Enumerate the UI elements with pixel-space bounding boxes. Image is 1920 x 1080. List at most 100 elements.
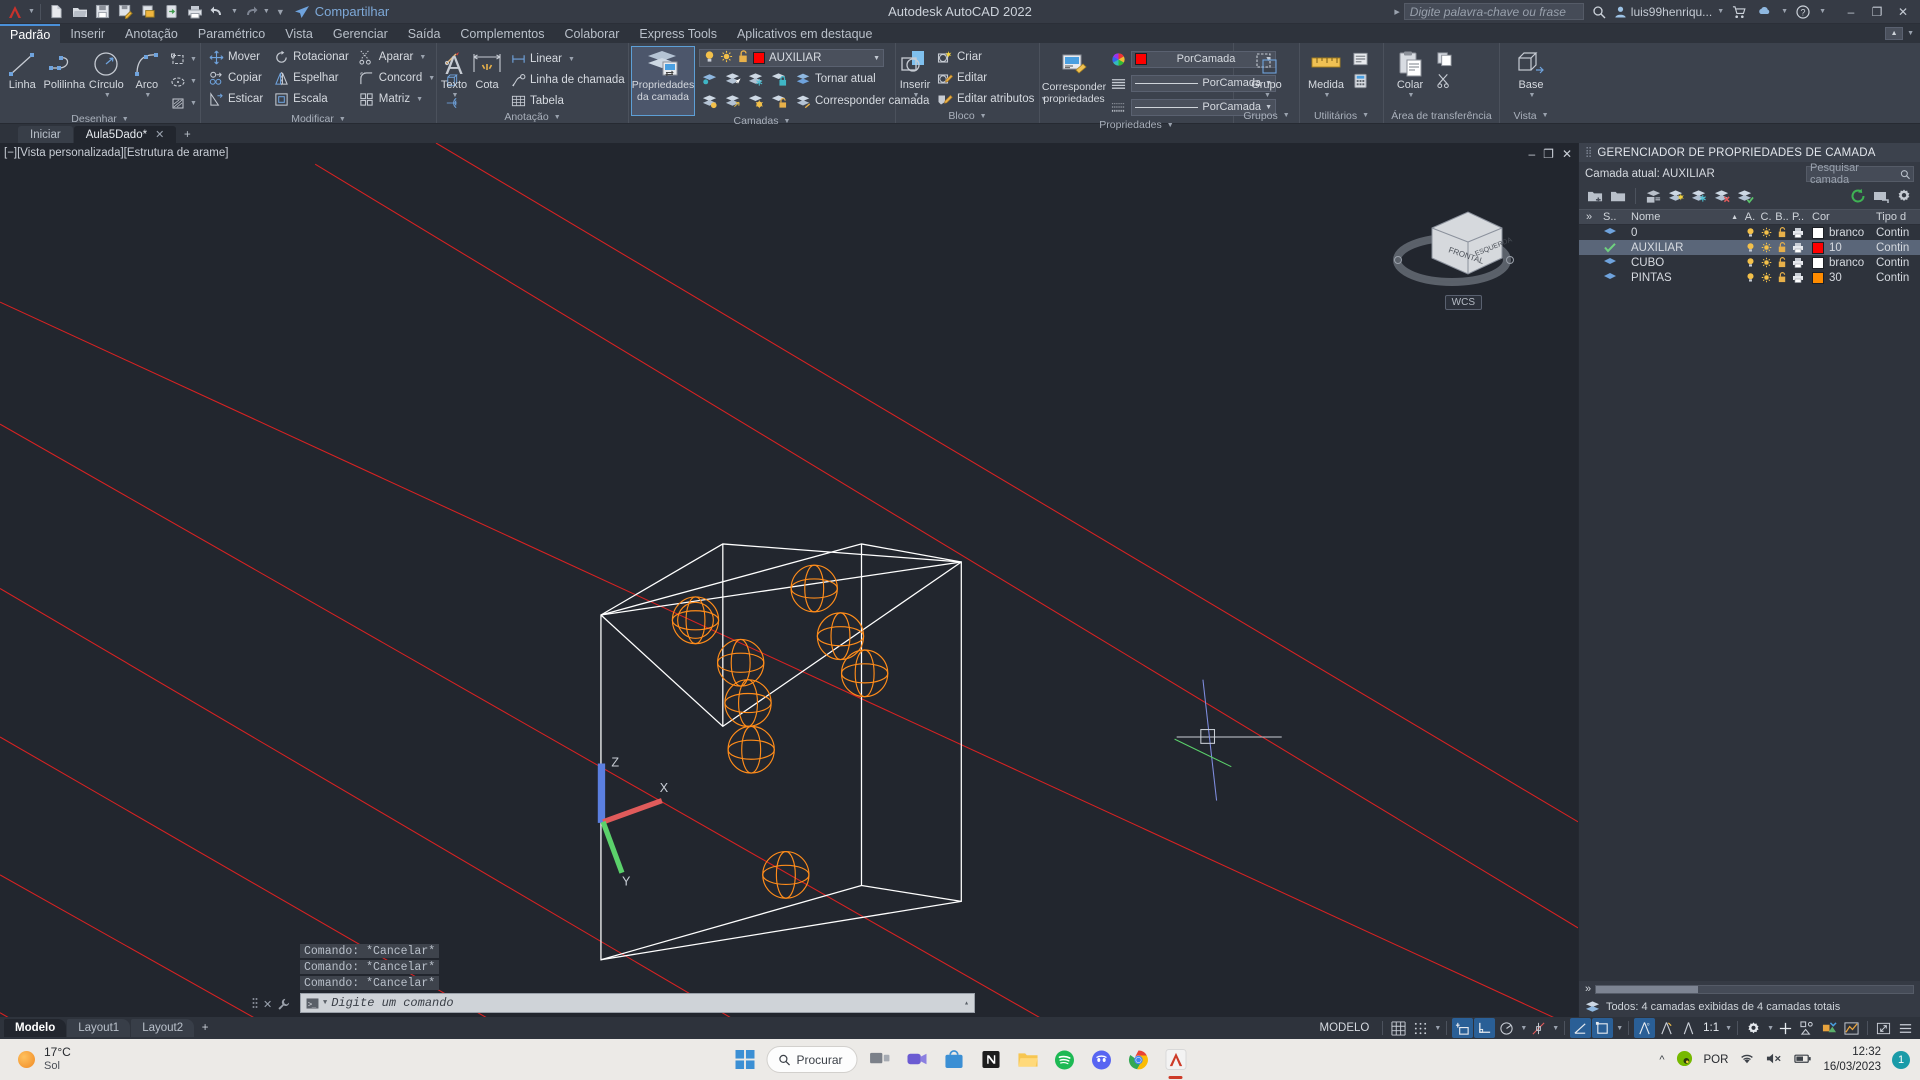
palette-expand-icon[interactable]: » [1585, 983, 1591, 995]
row-lock-icon[interactable] [1774, 272, 1790, 283]
autocad-icon[interactable] [1161, 1045, 1191, 1075]
ribbon-tab-express-tools[interactable]: Express Tools [629, 24, 727, 43]
ribbon-minimize-caret-icon[interactable]: ▼ [1907, 30, 1914, 37]
hardware-accel-icon[interactable] [1819, 1018, 1840, 1038]
lineweight-display-icon[interactable]: o [1634, 1018, 1656, 1038]
plot-icon[interactable] [138, 1, 160, 23]
column-linetype[interactable]: Tipo d [1872, 211, 1920, 223]
row-lock-icon[interactable] [1774, 242, 1790, 253]
discord-icon[interactable] [1087, 1045, 1117, 1075]
viewport-label[interactable]: [−][Vista personalizada][Estrutura de ar… [4, 147, 228, 159]
ribbon-tab-saida[interactable]: Saída [398, 24, 451, 43]
panel-expand-caret-icon[interactable]: ▼ [1360, 112, 1369, 119]
row-linetype[interactable]: Contin [1872, 227, 1920, 239]
paste-dropdown-caret-icon[interactable]: ▼ [1406, 92, 1415, 100]
draw-polyline-button[interactable]: Polilinha [43, 47, 85, 92]
block-insert-button[interactable]: Inserir ▼ [899, 47, 931, 100]
panel-expand-caret-icon[interactable]: ▼ [782, 118, 791, 125]
ribbon-tab-colaborar[interactable]: Colaborar [554, 24, 629, 43]
modify-rotate-button[interactable]: Rotacionar [269, 47, 353, 67]
a360-caret-icon[interactable]: ▼ [1781, 8, 1788, 15]
ribbon-tab-gerenciar[interactable]: Gerenciar [323, 24, 398, 43]
circle-dropdown-caret-icon[interactable]: ▼ [102, 92, 111, 100]
search-icon[interactable] [1900, 169, 1910, 180]
expand-filter-icon[interactable]: » [1579, 211, 1599, 223]
layer-unisolate-icon[interactable] [745, 91, 765, 111]
scrollbar-thumb[interactable] [1596, 985, 1698, 993]
panel-expand-caret-icon[interactable]: ▼ [337, 116, 346, 123]
panel-expand-caret-icon[interactable]: ▼ [552, 114, 561, 121]
annotation-leader-button[interactable]: Linha de chamada ▼ [506, 70, 642, 90]
print-icon[interactable] [184, 1, 206, 23]
chrome-icon[interactable] [1124, 1045, 1154, 1075]
row-freeze-icon[interactable] [1758, 257, 1774, 268]
column-plot[interactable]: P.. [1790, 211, 1806, 223]
layer-state-icon[interactable] [1871, 186, 1891, 206]
array-dropdown-caret-icon[interactable]: ▼ [414, 96, 423, 103]
row-plot-icon[interactable] [1790, 242, 1806, 253]
command-input[interactable]: >_ ▼ Digite um comando ▴ [300, 993, 975, 1013]
undo-icon[interactable] [207, 1, 229, 23]
undo-caret-icon[interactable]: ▼ [231, 8, 238, 15]
draw-arc-button[interactable]: Arco ▼ [128, 47, 166, 100]
ribbon-tab-parametrico[interactable]: Paramétrico [188, 24, 275, 43]
layout-tab-modelo[interactable]: Modelo [4, 1019, 67, 1037]
account-caret-icon[interactable]: ▼ [1717, 8, 1724, 15]
command-line-handle[interactable]: ✕ [252, 997, 290, 1011]
workspace-dropdown-caret-icon[interactable]: ▼ [1765, 1025, 1774, 1032]
layer-isolate-icon[interactable] [699, 69, 719, 89]
ucs-dropdown-caret-icon[interactable]: ▼ [1614, 1025, 1623, 1032]
dynamic-ucs-icon[interactable] [1592, 1018, 1614, 1038]
block-edit-button[interactable]: Editar [933, 68, 1051, 88]
polar-dropdown-caret-icon[interactable]: ▼ [1518, 1025, 1527, 1032]
row-plot-icon[interactable] [1790, 227, 1806, 238]
current-layer-combo[interactable]: AUXILIAR ▼ [699, 49, 884, 67]
minimize-button[interactable]: – [1838, 1, 1864, 23]
new-file-icon[interactable] [46, 1, 68, 23]
new-layer-frozen-icon[interactable] [1689, 186, 1709, 206]
table-row[interactable]: PINTAS 30 Contin [1579, 270, 1920, 285]
isolate-objects-icon[interactable] [1797, 1018, 1818, 1038]
palette-grip-icon[interactable]: ⣿ [1585, 147, 1592, 158]
row-status-icon[interactable] [1599, 272, 1625, 283]
selection-cycling-icon[interactable] [1678, 1018, 1699, 1038]
row-color[interactable]: branco [1806, 256, 1872, 269]
group-dropdown-caret-icon[interactable]: ▼ [1262, 92, 1271, 100]
layer-search-input[interactable]: Pesquisar camada [1806, 162, 1914, 186]
snap-dropdown-caret-icon[interactable]: ▼ [1432, 1025, 1441, 1032]
modify-mirror-button[interactable]: Espelhar [269, 68, 353, 88]
space-toggle-button[interactable]: MODELO [1312, 1022, 1378, 1034]
base-dropdown-caret-icon[interactable]: ▼ [1527, 92, 1536, 100]
new-layer-icon[interactable] [1585, 186, 1605, 206]
fullscreen-icon[interactable] [1873, 1018, 1894, 1038]
doctab-iniciar[interactable]: Iniciar [18, 126, 73, 143]
layer-properties-button[interactable]: Propriedades da camada [631, 46, 695, 116]
row-plot-icon[interactable] [1790, 257, 1806, 268]
task-view-icon[interactable] [865, 1045, 895, 1075]
close-button[interactable]: ✕ [1890, 1, 1916, 23]
layer-thaw-icon[interactable] [720, 50, 733, 66]
table-row[interactable]: 0 branco Contin [1579, 225, 1920, 240]
row-on-icon[interactable] [1742, 242, 1758, 253]
sync-icon[interactable] [161, 1, 183, 23]
ribbon-tab-complementos[interactable]: Complementos [450, 24, 554, 43]
ellipse-dropdown-caret-icon[interactable]: ▼ [188, 78, 197, 85]
current-layer-color-swatch[interactable] [753, 52, 765, 64]
row-color[interactable]: 10 [1806, 241, 1872, 254]
block-create-button[interactable]: Criar [933, 47, 1051, 67]
cleanscreen-chart-icon[interactable] [1841, 1018, 1862, 1038]
row-on-icon[interactable] [1742, 227, 1758, 238]
command-history-caret-icon[interactable]: ▼ [323, 999, 327, 1007]
color-wheel-icon[interactable] [1108, 49, 1128, 69]
arc-dropdown-caret-icon[interactable]: ▼ [142, 92, 151, 100]
row-linetype[interactable]: Contin [1872, 272, 1920, 284]
row-freeze-icon[interactable] [1758, 272, 1774, 283]
modify-fillet-button[interactable]: Concord ▼ [355, 68, 439, 88]
column-on[interactable]: A. [1742, 211, 1758, 223]
ribbon-tab-anotacao[interactable]: Anotação [115, 24, 188, 43]
block-edit-attributes-button[interactable]: Editar atributos ▼ [933, 89, 1051, 109]
clock[interactable]: 12:32 16/03/2023 [1823, 1045, 1881, 1074]
ribbon-tab-aplicativos[interactable]: Aplicativos em destaque [727, 24, 883, 43]
hatch-icon[interactable] [168, 93, 188, 113]
row-name[interactable]: CUBO [1625, 257, 1742, 269]
